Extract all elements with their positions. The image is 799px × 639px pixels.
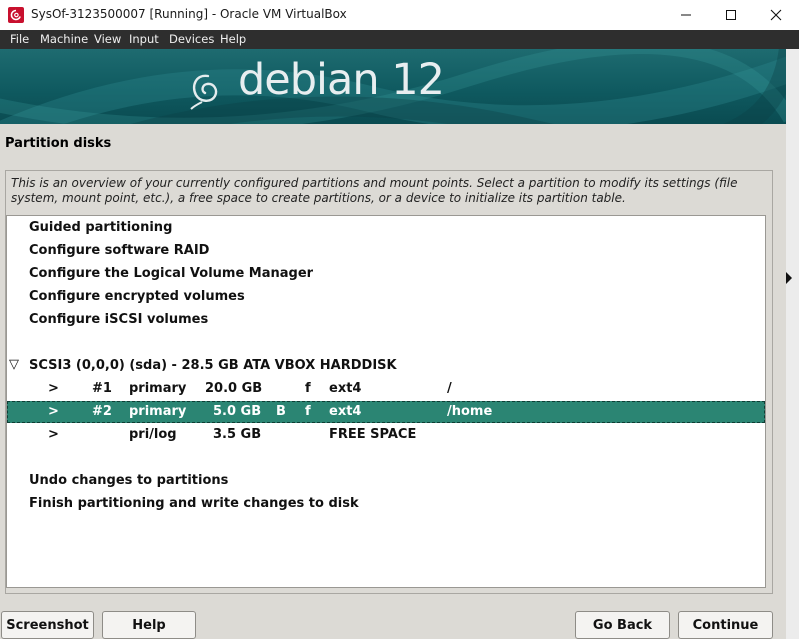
- page-title: Partition disks: [5, 136, 112, 151]
- expander-triangle-icon[interactable]: ▽: [9, 357, 19, 372]
- menu-help[interactable]: Help: [220, 32, 246, 46]
- partition-row-2-selected[interactable]: > #2 primary 5.0 GB B f ext4 /home: [7, 401, 765, 423]
- help-button[interactable]: Help: [102, 611, 196, 639]
- partition-type: primary: [129, 381, 187, 396]
- debian-banner: debian 12: [0, 49, 786, 124]
- close-button[interactable]: [753, 0, 799, 30]
- partition-row-free-space[interactable]: > pri/log 3.5 GB FREE SPACE: [7, 424, 765, 446]
- partition-arrow: >: [48, 404, 59, 419]
- continue-button[interactable]: Continue: [678, 611, 773, 639]
- disk-label: SCSI3 (0,0,0) (sda) - 28.5 GB ATA VBOX H…: [29, 358, 397, 373]
- installer-content: Partition disks This is an overview of y…: [0, 124, 786, 639]
- partition-row-1[interactable]: > #1 primary 20.0 GB f ext4 /: [7, 378, 765, 400]
- list-item-label: Configure iSCSI volumes: [29, 312, 209, 327]
- list-item-finish[interactable]: Finish partitioning and write changes to…: [7, 493, 765, 515]
- debian-swirl-icon: [190, 74, 218, 110]
- vm-menubar: File Machine View Input Devices Help: [0, 30, 799, 49]
- window-title: SysOf-3123500007 [Running] - Oracle VM V…: [31, 7, 347, 21]
- list-item-guided[interactable]: Guided partitioning: [7, 217, 765, 239]
- list-item-iscsi[interactable]: Configure iSCSI volumes: [7, 309, 765, 331]
- screenshot-button[interactable]: Screenshot: [1, 611, 94, 639]
- partition-mountpoint: /: [447, 381, 452, 396]
- partition-size: 3.5 GB: [213, 427, 262, 442]
- page-description: This is an overview of your currently co…: [11, 176, 771, 206]
- list-item-label: Configure encrypted volumes: [29, 289, 245, 304]
- list-item-label: Configure the Logical Volume Manager: [29, 266, 314, 281]
- partition-arrow: >: [48, 381, 59, 396]
- banner-title: debian 12: [238, 55, 445, 105]
- partition-arrow: >: [48, 427, 59, 442]
- cursor-arrow-icon: [786, 272, 792, 284]
- list-item-raid[interactable]: Configure software RAID: [7, 240, 765, 262]
- partition-number: #1: [92, 381, 112, 396]
- partition-type: primary: [129, 404, 187, 419]
- partition-format-flag: f: [305, 381, 311, 396]
- menu-file[interactable]: File: [10, 32, 29, 46]
- list-item-label: Guided partitioning: [29, 220, 173, 235]
- list-item-encrypted[interactable]: Configure encrypted volumes: [7, 286, 765, 308]
- list-item-label: Finish partitioning and write changes to…: [29, 496, 359, 511]
- description-line-2: system, mount point, etc.), a free space…: [11, 191, 626, 205]
- go-back-button[interactable]: Go Back: [575, 611, 670, 639]
- minimize-icon: [681, 14, 691, 16]
- list-item-undo[interactable]: Undo changes to partitions: [7, 470, 765, 492]
- close-icon: [770, 9, 782, 21]
- partition-filesystem: FREE SPACE: [329, 427, 417, 442]
- window-titlebar: SysOf-3123500007 [Running] - Oracle VM V…: [0, 0, 799, 31]
- list-item-lvm[interactable]: Configure the Logical Volume Manager: [7, 263, 765, 285]
- maximize-icon: [726, 10, 736, 20]
- window-right-edge: [786, 49, 799, 639]
- menu-view[interactable]: View: [94, 32, 121, 46]
- partition-format-flag: f: [305, 404, 311, 419]
- menu-devices[interactable]: Devices: [169, 32, 214, 46]
- list-item-label: Configure software RAID: [29, 243, 210, 258]
- partition-number: #2: [92, 404, 112, 419]
- partition-filesystem: ext4: [329, 381, 362, 396]
- description-line-1: This is an overview of your currently co…: [11, 176, 738, 190]
- list-item-label: Undo changes to partitions: [29, 473, 229, 488]
- menu-input[interactable]: Input: [129, 32, 159, 46]
- maximize-button[interactable]: [708, 0, 754, 30]
- partition-bootable: B: [276, 404, 286, 419]
- partition-mountpoint: /home: [447, 404, 493, 419]
- disk-row-sda[interactable]: ▽ SCSI3 (0,0,0) (sda) - 28.5 GB ATA VBOX…: [7, 355, 765, 377]
- menu-machine[interactable]: Machine: [40, 32, 88, 46]
- virtualbox-app-icon: [8, 7, 24, 23]
- partition-size: 20.0 GB: [205, 381, 263, 396]
- partition-size: 5.0 GB: [213, 404, 262, 419]
- partition-type: pri/log: [129, 427, 177, 442]
- partition-filesystem: ext4: [329, 404, 362, 419]
- partition-list[interactable]: Guided partitioning Configure software R…: [6, 215, 766, 588]
- minimize-button[interactable]: [663, 0, 709, 30]
